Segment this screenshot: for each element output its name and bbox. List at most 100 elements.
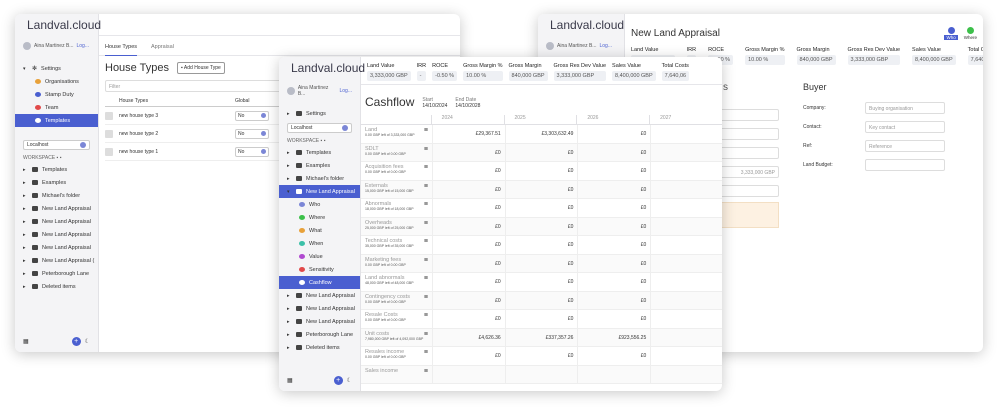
cashflow-cell[interactable] — [650, 365, 722, 383]
tree-item[interactable]: ▸ New Land Appraisal — [15, 228, 98, 241]
menu-icon[interactable]: ≡ — [424, 275, 428, 289]
dark-mode-icon[interactable]: ☾ — [85, 338, 90, 345]
end-date[interactable]: End Date 14/10/2028 — [455, 97, 480, 109]
sidebar-item[interactable]: Organisations — [15, 75, 98, 88]
nav-who[interactable]: Who — [944, 26, 958, 40]
global-select[interactable]: No — [235, 146, 269, 157]
cashflow-cell[interactable] — [650, 180, 722, 198]
add-house-type-button[interactable]: ▪ Add House Type — [177, 62, 225, 74]
cashflow-cell[interactable]: £0 — [431, 310, 505, 328]
cashflow-row[interactable]: Acquisition fees 0.00 GBP left of 0.00 GB… — [361, 162, 722, 181]
cashflow-cell[interactable]: £923,556.25 — [577, 328, 650, 346]
sidebar-item[interactable]: Templates — [15, 114, 98, 127]
menu-icon[interactable]: ≡ — [424, 146, 428, 160]
cashflow-cell[interactable] — [650, 143, 722, 161]
add-icon[interactable]: + — [71, 337, 81, 346]
menu-icon[interactable]: ≡ — [424, 183, 428, 197]
tab-house-types[interactable]: House Types — [105, 44, 138, 56]
tree-item[interactable]: Who — [279, 198, 360, 211]
cashflow-row[interactable]: Abnormals 18,000 GBP left of 18,000 GBP ≡ £… — [361, 199, 722, 218]
cashflow-cell[interactable]: £337,357.26 — [504, 328, 578, 346]
cashflow-cell[interactable]: £3,303,632.49 — [504, 125, 578, 143]
tree-item[interactable]: ▸ New Land Appraisal — [15, 215, 98, 228]
cashflow-cell[interactable]: £0 — [431, 236, 505, 254]
cashflow-cell[interactable]: £0 — [577, 143, 650, 161]
cashflow-cell[interactable]: £0 — [577, 180, 650, 198]
environment-select[interactable]: Localhost — [287, 123, 352, 133]
tree-item[interactable]: ▸ Examples — [15, 176, 98, 189]
tree-item[interactable]: ▸ New Land Appraisal — [15, 202, 98, 215]
tree-item[interactable]: ▾ New Land Appraisal — [279, 185, 360, 198]
menu-icon[interactable]: ≡ — [424, 312, 428, 326]
dark-mode-icon[interactable]: ☾ — [347, 377, 352, 384]
cashflow-cell[interactable]: £0 — [431, 180, 505, 198]
global-select[interactable]: No — [235, 128, 269, 139]
app-logo[interactable]: Landval.cloud — [15, 14, 101, 36]
cashflow-cell[interactable]: £0 — [577, 217, 650, 235]
cashflow-cell[interactable]: £0 — [577, 254, 650, 272]
cashflow-cell[interactable]: £0 — [577, 310, 650, 328]
menu-icon[interactable]: ≡ — [424, 201, 428, 215]
nav-where[interactable]: Where — [964, 26, 977, 40]
environment-select[interactable]: Localhost — [23, 140, 90, 150]
tab-appraisal[interactable]: Appraisal — [151, 44, 174, 55]
logout-link[interactable]: Log... — [339, 88, 352, 94]
menu-icon[interactable]: ≡ — [424, 127, 428, 141]
cashflow-cell[interactable] — [650, 199, 722, 217]
menu-icon[interactable]: ≡ — [424, 349, 428, 363]
cashflow-cell[interactable]: £0 — [504, 217, 578, 235]
cashflow-cell[interactable]: £0 — [431, 347, 505, 365]
cashflow-row[interactable]: SDLT 0.00 GBP left of 0.00 GBP ≡ £0 £0 £0 — [361, 143, 722, 162]
cashflow-row[interactable]: Land abnormals 48,000 GBP left of 48,000 … — [361, 273, 722, 292]
tree-item[interactable]: ▸ New Land Appraisal — [279, 302, 360, 315]
grid-icon[interactable]: ▦ — [23, 338, 29, 345]
cashflow-cell[interactable]: £0 — [431, 199, 505, 217]
cashflow-cell[interactable] — [650, 347, 722, 365]
tree-item[interactable]: ▸ Templates — [15, 163, 98, 176]
cashflow-row[interactable]: Sales income ≡ — [361, 365, 722, 384]
cashflow-cell[interactable] — [650, 254, 722, 272]
logout-link[interactable]: Log... — [599, 43, 612, 49]
cashflow-cell[interactable] — [504, 365, 578, 383]
cashflow-cell[interactable]: £0 — [504, 254, 578, 272]
settings-icon[interactable] — [80, 142, 86, 148]
cashflow-row[interactable]: Unit costs 7,980,000 GBP left of 4,092,00… — [361, 328, 722, 347]
cashflow-cell[interactable]: £0 — [504, 310, 578, 328]
cashflow-cell[interactable]: £0 — [431, 162, 505, 180]
cashflow-cell[interactable]: £0 — [504, 291, 578, 309]
cashflow-cell[interactable]: £0 — [431, 143, 505, 161]
grid-icon[interactable]: ▦ — [287, 377, 293, 384]
tree-item[interactable]: ▸ Examples — [279, 159, 360, 172]
menu-icon[interactable]: ≡ — [424, 164, 428, 178]
menu-icon[interactable]: ≡ — [424, 220, 428, 234]
logout-link[interactable]: Log... — [76, 43, 89, 49]
cashflow-row[interactable]: Technical costs 35,000 GBP left of 35,000… — [361, 236, 722, 255]
cashflow-row[interactable]: Marketing fees 0.00 GBP left of 0.00 GBP ≡… — [361, 254, 722, 273]
drag-handle-icon[interactable] — [105, 147, 113, 156]
cashflow-cell[interactable]: £29,367.51 — [431, 125, 505, 143]
cashflow-cell[interactable]: £0 — [504, 236, 578, 254]
cashflow-cell[interactable] — [650, 162, 722, 180]
tree-item[interactable]: ▸ Michael's folder — [15, 189, 98, 202]
sidebar-item[interactable]: Stamp Duty — [15, 88, 98, 101]
cashflow-cell[interactable]: £0 — [577, 236, 650, 254]
tree-item[interactable]: ▸ New Land Appraisal ( — [15, 254, 98, 267]
cashflow-cell[interactable] — [650, 125, 722, 143]
menu-icon[interactable]: ≡ — [424, 238, 428, 252]
cashflow-cell[interactable] — [431, 365, 505, 383]
cashflow-row[interactable]: Contingency costs 0.00 GBP left of 0.00 G… — [361, 291, 722, 310]
tree-item[interactable]: Sensitivity — [279, 263, 360, 276]
sidebar-item[interactable]: ▾ ✻ Settings — [15, 62, 98, 75]
tree-item[interactable]: ▸ New Land Appraisal — [279, 315, 360, 328]
tree-item[interactable]: ▸ Michael's folder — [279, 172, 360, 185]
cashflow-cell[interactable] — [650, 291, 722, 309]
tree-item[interactable]: ▸ Templates — [279, 146, 360, 159]
tree-item[interactable]: ▸ Peterborough Lane — [279, 328, 360, 341]
settings-item[interactable]: ▸ Settings — [279, 107, 360, 120]
tree-item[interactable]: ▸ Deleted items — [279, 341, 360, 354]
cashflow-cell[interactable]: £0 — [577, 291, 650, 309]
cashflow-cell[interactable] — [650, 310, 722, 328]
start-date[interactable]: Start 14/10/2024 — [422, 97, 447, 109]
settings-icon[interactable] — [342, 125, 348, 131]
cashflow-cell[interactable]: £0 — [577, 125, 650, 143]
